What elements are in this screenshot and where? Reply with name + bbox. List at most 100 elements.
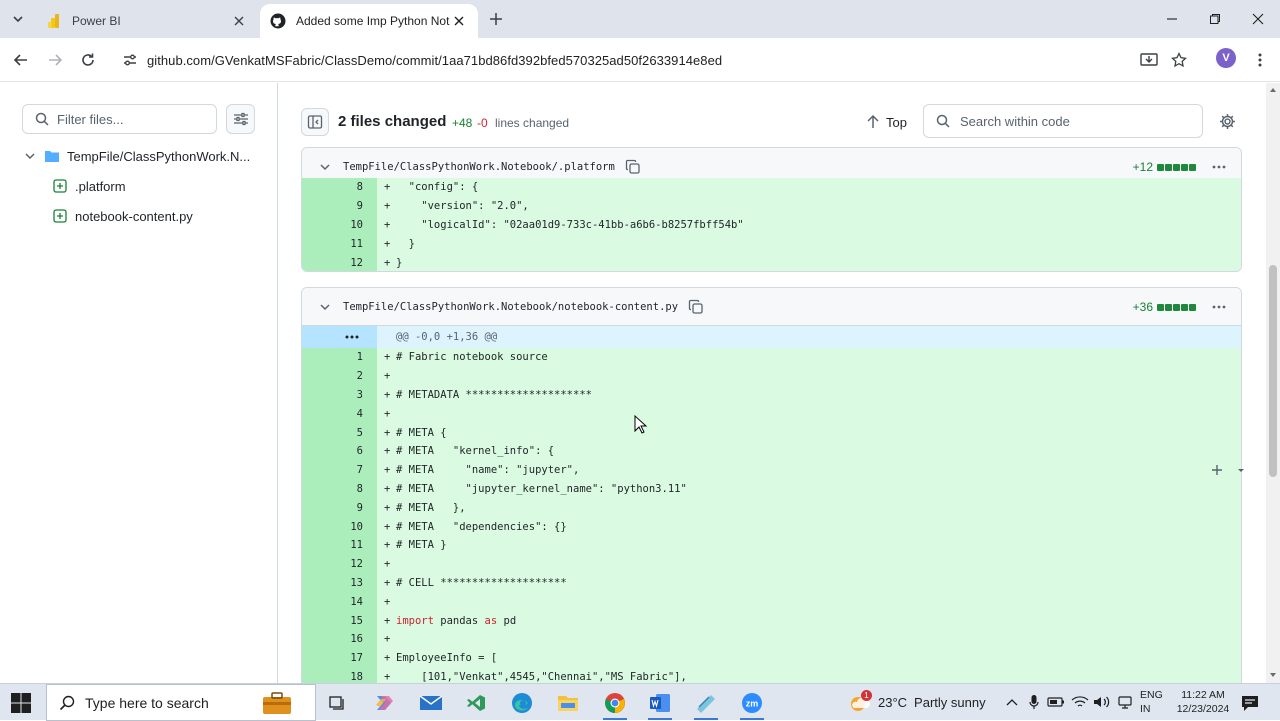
vscode-icon[interactable]	[456, 687, 496, 719]
taskbar-clock[interactable]: 11:22 AM 12/23/2024	[1176, 688, 1230, 716]
line-number[interactable]: 10	[302, 517, 377, 536]
tab-title: Added some Imp Python Notebook	[296, 14, 450, 28]
expand-hunk-button[interactable]	[302, 326, 377, 348]
chevron-down-icon[interactable]	[317, 299, 333, 315]
notification-icon[interactable]	[1240, 693, 1260, 713]
line-number[interactable]: 7	[302, 460, 377, 480]
file-header[interactable]: TempFile/ClassPythonWork.Notebook/notebo…	[302, 288, 1241, 326]
input-language[interactable]: ENG IN	[1140, 688, 1163, 716]
bookmark-star-icon[interactable]	[1167, 48, 1191, 72]
svg-text:zm: zm	[746, 699, 759, 709]
back-arrow-icon[interactable]	[9, 48, 33, 72]
minimize-icon[interactable]	[1150, 0, 1194, 38]
line-number[interactable]: 5	[302, 423, 377, 442]
line-number[interactable]: 12	[302, 554, 377, 574]
line-number[interactable]: 18	[302, 667, 377, 683]
page-scrollbar[interactable]	[1266, 83, 1280, 683]
tree-file-platform[interactable]: .platform	[52, 174, 126, 198]
forward-arrow-icon[interactable]	[43, 48, 67, 72]
sliders-icon	[233, 112, 248, 126]
profile-avatar[interactable]: V	[1216, 48, 1236, 68]
window-close-icon[interactable]	[1236, 0, 1280, 38]
task-view-icon[interactable]	[317, 687, 357, 719]
tab-github-commit[interactable]: Added some Imp Python Notebook	[260, 4, 478, 38]
tray-chevron-up-icon[interactable]	[1003, 692, 1021, 712]
snipping-tool-icon[interactable]	[686, 687, 726, 720]
file-added-icon	[52, 208, 68, 224]
code-line-row: 17 + EmployeeInfo = [	[302, 648, 1241, 668]
browser-menu-icon[interactable]	[1248, 48, 1272, 72]
line-number[interactable]: 10	[302, 215, 377, 235]
tree-file-notebook-content[interactable]: notebook-content.py	[52, 204, 193, 228]
close-icon[interactable]	[450, 12, 468, 30]
weather-widget[interactable]: 1 23°C Partly sunny	[848, 684, 986, 721]
line-number[interactable]: 16	[302, 629, 377, 649]
tree-file-label: .platform	[75, 178, 126, 194]
filter-options-button[interactable]	[226, 104, 255, 134]
file-path[interactable]: TempFile/ClassPythonWork.Notebook/.platf…	[343, 161, 615, 173]
scrollbar-thumb[interactable]	[1269, 265, 1277, 477]
line-number[interactable]: 14	[302, 592, 377, 612]
filter-files-input[interactable]: Filter files...	[22, 104, 217, 134]
word-icon[interactable]	[640, 687, 680, 720]
line-menu-caret-icon[interactable]	[1229, 459, 1253, 481]
line-number[interactable]: 2	[302, 366, 377, 386]
line-number[interactable]: 4	[302, 404, 377, 424]
code-text: # Fabric notebook source	[396, 351, 548, 364]
code-text: import pandas as pd	[396, 614, 517, 627]
tree-folder-row[interactable]: TempFile/ClassPythonWork.N...	[22, 144, 250, 168]
network-icon[interactable]	[1116, 692, 1134, 712]
line-number[interactable]: 13	[302, 573, 377, 593]
diff-settings-gear-icon[interactable]	[1215, 109, 1239, 133]
chrome-icon[interactable]	[595, 687, 635, 720]
line-number[interactable]: 9	[302, 196, 377, 216]
copy-icon[interactable]	[688, 299, 704, 315]
briefcase-app-icon[interactable]	[256, 687, 298, 719]
tab-power-bi[interactable]: Power BI	[36, 4, 258, 38]
site-info-icon[interactable]	[118, 48, 142, 72]
diff-added-marker: +	[384, 237, 391, 250]
new-tab-plus-icon[interactable]	[486, 9, 506, 29]
line-number[interactable]: 6	[302, 441, 377, 461]
file-explorer-icon[interactable]	[548, 687, 588, 719]
line-number[interactable]: 9	[302, 498, 377, 518]
wifi-icon[interactable]	[1071, 692, 1089, 712]
mail-icon[interactable]	[411, 687, 451, 719]
volume-icon[interactable]	[1093, 692, 1111, 712]
file-path[interactable]: TempFile/ClassPythonWork.Notebook/notebo…	[343, 301, 678, 313]
kebab-menu-icon[interactable]	[1211, 159, 1227, 175]
windows-start-icon[interactable]	[10, 692, 32, 714]
line-number[interactable]: 8	[302, 178, 377, 197]
tab-search-chevron-icon[interactable]	[6, 7, 30, 31]
install-app-icon[interactable]	[1137, 48, 1161, 72]
top-button[interactable]: Top	[865, 109, 907, 135]
scroll-down-icon[interactable]	[1269, 671, 1277, 679]
line-number[interactable]: 11	[302, 535, 377, 555]
line-number[interactable]: 17	[302, 648, 377, 668]
reload-icon[interactable]	[76, 48, 100, 72]
chevron-down-icon[interactable]	[317, 159, 333, 175]
line-number[interactable]: 1	[302, 348, 377, 367]
battery-icon[interactable]	[1047, 692, 1065, 712]
address-bar[interactable]: github.com/GVenkatMSFabric/ClassDemo/com…	[110, 44, 1160, 76]
search-within-code-input[interactable]: Search within code	[923, 104, 1203, 138]
microphone-icon[interactable]	[1025, 692, 1043, 712]
close-icon[interactable]	[230, 12, 248, 30]
diff-main: 2 files changed +48 -0 lines changed Top…	[279, 83, 1266, 683]
zoom-icon[interactable]: zm	[732, 687, 772, 720]
copy-icon[interactable]	[625, 159, 641, 175]
line-number[interactable]: 3	[302, 385, 377, 405]
copilot-icon[interactable]	[364, 687, 404, 719]
line-number[interactable]: 15	[302, 611, 377, 630]
add-comment-plus-icon[interactable]	[1205, 459, 1229, 481]
line-hover-actions	[1205, 459, 1253, 481]
toggle-file-tree-button[interactable]	[301, 108, 329, 136]
edge-icon[interactable]	[502, 687, 542, 719]
kebab-menu-icon[interactable]	[1211, 299, 1227, 315]
line-number[interactable]: 12	[302, 253, 377, 271]
scroll-up-icon[interactable]	[1269, 86, 1277, 94]
restore-icon[interactable]	[1193, 0, 1237, 38]
line-number[interactable]: 11	[302, 234, 377, 254]
line-number[interactable]: 8	[302, 479, 377, 499]
filter-files-placeholder: Filter files...	[57, 111, 124, 127]
